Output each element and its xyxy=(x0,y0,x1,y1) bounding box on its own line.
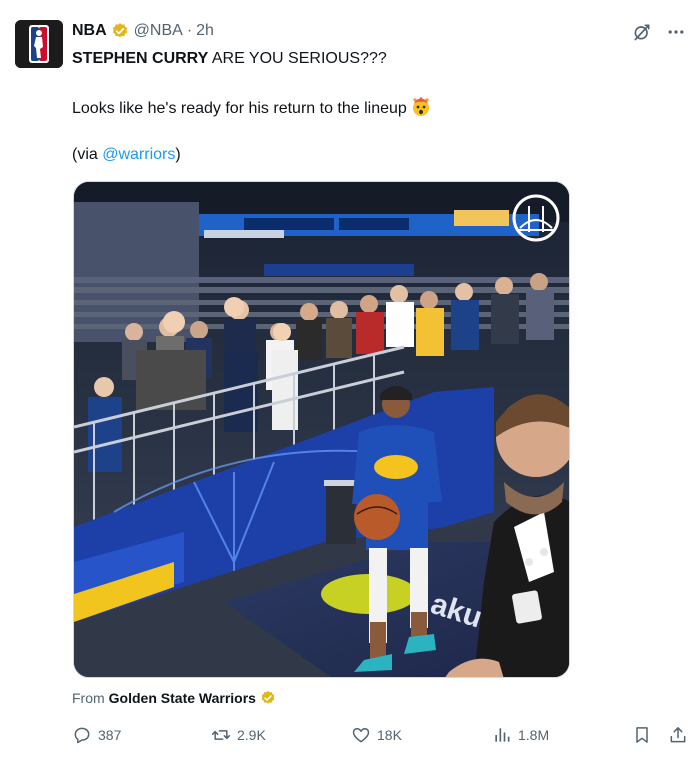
post-text-rest: ARE YOU SERIOUS??? xyxy=(208,50,387,67)
verified-gold-badge-icon[interactable] xyxy=(111,22,129,40)
post-text-line-1: STEPHEN CURRY ARE YOU SERIOUS??? xyxy=(72,49,387,69)
separator-dot: · xyxy=(186,22,193,39)
exploding-head-emoji-icon xyxy=(411,97,431,117)
bookmark-button[interactable] xyxy=(632,724,652,746)
views-chart-icon xyxy=(495,728,510,742)
post-text-body: Looks like he's ready for his return to … xyxy=(72,100,407,117)
repost-icon xyxy=(211,730,231,740)
post-header: NBA @NBA · 2h xyxy=(72,20,214,42)
like-count: 18K xyxy=(377,727,402,743)
grok-icon[interactable] xyxy=(632,22,652,42)
author-handle[interactable]: @NBA xyxy=(134,22,183,40)
nba-avatar[interactable] xyxy=(15,20,63,68)
like-button[interactable]: 18K xyxy=(351,724,402,746)
views-count: 1.8M xyxy=(518,727,550,743)
views-button[interactable]: 1.8M xyxy=(492,724,549,746)
share-icon xyxy=(670,727,686,743)
warriors-mention-link[interactable]: @warriors xyxy=(102,146,175,163)
post-text-bold: STEPHEN CURRY xyxy=(72,50,209,67)
verified-gold-badge-icon xyxy=(260,690,276,706)
heart-icon xyxy=(352,728,370,743)
reply-button[interactable]: 387 xyxy=(72,724,121,746)
post-text-line-2: Looks like he's ready for his return to … xyxy=(72,97,431,119)
post-text-line-3: (via @warriors) xyxy=(72,145,181,165)
video-source: From Golden State Warriors xyxy=(72,690,276,706)
source-name-link[interactable]: Golden State Warriors xyxy=(109,690,256,706)
post-actions-bar: 387 2.9K 18K 1.8M xyxy=(72,724,686,746)
source-prefix: From xyxy=(72,690,105,706)
reply-icon xyxy=(74,727,90,744)
via-prefix: (via xyxy=(72,146,103,163)
post-time[interactable]: 2h xyxy=(196,22,214,40)
bookmark-icon xyxy=(636,727,648,743)
via-suffix: ) xyxy=(175,146,181,163)
repost-count: 2.9K xyxy=(237,727,266,743)
more-icon[interactable] xyxy=(666,22,686,42)
author-name[interactable]: NBA xyxy=(72,22,107,40)
post-video[interactable]: aku xyxy=(73,181,570,678)
reply-count: 387 xyxy=(98,727,122,743)
share-button[interactable] xyxy=(668,724,688,746)
post-top-actions xyxy=(632,22,686,42)
repost-button[interactable]: 2.9K xyxy=(211,724,266,746)
